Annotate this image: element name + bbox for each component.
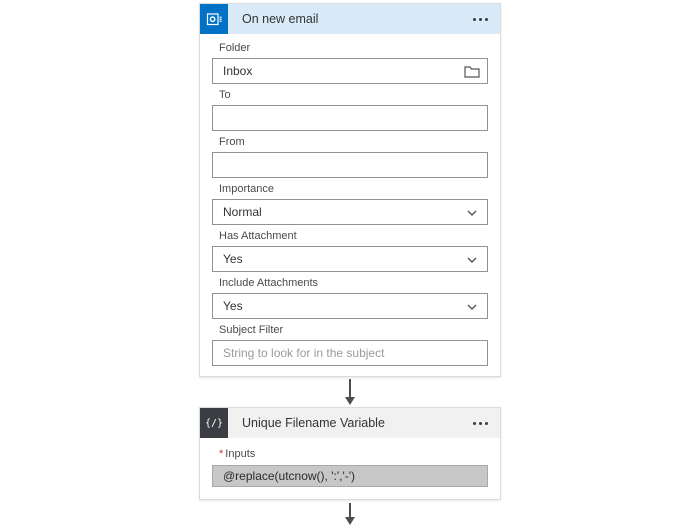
has-attachment-selected-value: Yes — [223, 252, 243, 266]
importance-selected-value: Normal — [223, 205, 262, 219]
field-to: To — [212, 89, 488, 131]
inputs-field-label: *Inputs — [219, 448, 488, 460]
variables-icon: {/} — [200, 408, 228, 438]
field-folder-label: Folder — [219, 42, 488, 54]
action-card-header[interactable]: {/} Unique Filename Variable — [200, 408, 500, 438]
field-importance-label: Importance — [219, 183, 488, 195]
trigger-card-body: Folder To — [200, 34, 500, 376]
outlook-icon — [200, 4, 228, 34]
from-input[interactable] — [212, 152, 488, 178]
field-from-label: From — [219, 136, 488, 148]
trigger-card-title: On new email — [228, 12, 467, 26]
include-attachments-selected-value: Yes — [223, 299, 243, 313]
required-marker: * — [219, 448, 223, 460]
folder-input[interactable] — [212, 58, 488, 84]
include-attachments-select[interactable]: Yes — [212, 293, 488, 319]
field-from: From — [212, 136, 488, 178]
field-subject-filter-label: Subject Filter — [219, 324, 488, 336]
field-importance: Importance Normal — [212, 183, 488, 225]
menu-ellipsis-icon[interactable] — [467, 12, 500, 27]
field-subject-filter: Subject Filter — [212, 324, 488, 366]
field-has-attachment-label: Has Attachment — [219, 230, 488, 242]
chevron-down-icon — [467, 257, 477, 263]
field-include-attachments-label: Include Attachments — [219, 277, 488, 289]
chevron-down-icon — [467, 304, 477, 310]
action-card-body: *Inputs @replace(utcnow(), ':','-') — [200, 438, 500, 499]
importance-select[interactable]: Normal — [212, 199, 488, 225]
chevron-down-icon — [467, 210, 477, 216]
connector-arrow-down — [199, 379, 501, 405]
connector-arrow-down — [199, 503, 501, 525]
folder-icon — [464, 65, 480, 78]
action-card-unique-filename-variable: {/} Unique Filename Variable *Inputs @re… — [199, 407, 501, 500]
subject-filter-input[interactable] — [212, 340, 488, 366]
folder-picker-button[interactable] — [463, 63, 481, 79]
flow-column: On new email Folder — [199, 3, 501, 525]
to-input[interactable] — [212, 105, 488, 131]
field-include-attachments: Include Attachments Yes — [212, 277, 488, 319]
flow-designer-canvas: On new email Folder — [0, 0, 700, 525]
menu-ellipsis-icon[interactable] — [467, 416, 500, 431]
action-card-title: Unique Filename Variable — [228, 416, 467, 430]
field-folder: Folder — [212, 42, 488, 84]
trigger-card-on-new-email: On new email Folder — [199, 3, 501, 377]
trigger-card-header[interactable]: On new email — [200, 4, 500, 34]
field-to-label: To — [219, 89, 488, 101]
has-attachment-select[interactable]: Yes — [212, 246, 488, 272]
field-has-attachment: Has Attachment Yes — [212, 230, 488, 272]
inputs-expression-field[interactable]: @replace(utcnow(), ':','-') — [212, 465, 488, 487]
variables-icon-glyph: {/} — [205, 418, 223, 429]
